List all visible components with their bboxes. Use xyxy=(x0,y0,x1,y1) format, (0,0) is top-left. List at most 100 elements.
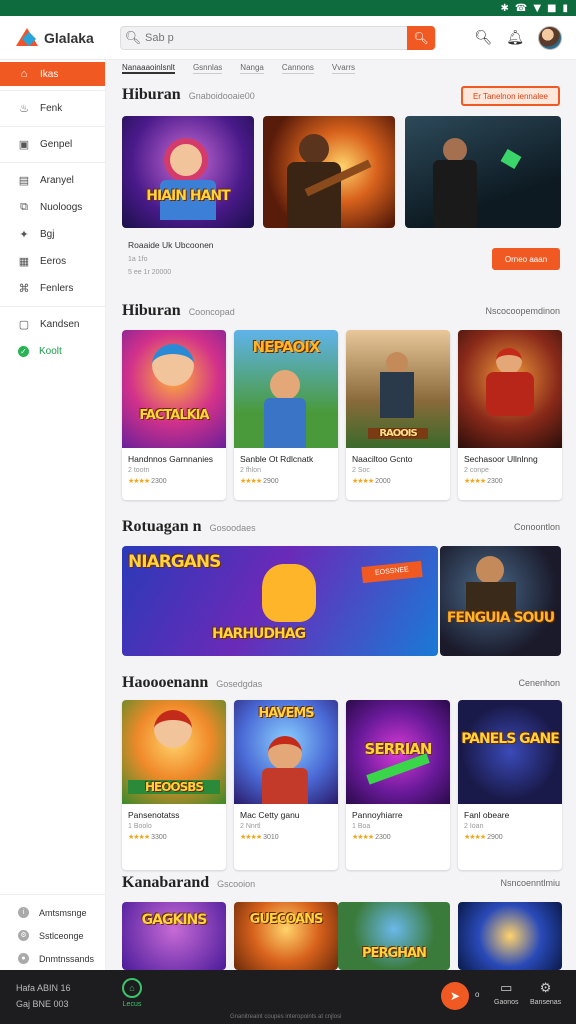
game-rating: ★★★★ 2900 xyxy=(458,830,562,841)
sidebar-item-6[interactable]: ▦ Eeros xyxy=(0,248,105,275)
character-art xyxy=(299,134,329,164)
gamepad-icon: ⌘ xyxy=(18,283,30,295)
tab-0[interactable]: Nanaaaoinlsnlt xyxy=(122,63,175,74)
game-tile[interactable]: GUECOANS xyxy=(234,902,338,970)
bottom-nav-settings[interactable]: ⚙ Bansenas xyxy=(530,980,561,1006)
game-card[interactable]: PANELS GANE Fanl obeare 2 Ioan ★★★★ 2900 xyxy=(458,700,562,870)
featured-tile-2[interactable] xyxy=(263,116,395,228)
tab-3[interactable]: Cannons xyxy=(281,63,314,74)
search-submit-button[interactable]: 🔍︎ xyxy=(407,25,435,50)
sidebar-item-label: Eeros xyxy=(40,256,67,267)
bottom-info-line: Gaj BNE 003 xyxy=(16,999,69,1009)
tab-4[interactable]: Vvarrs xyxy=(331,63,356,74)
game-title: Mac Cetty ganu xyxy=(240,810,300,820)
bell-icon[interactable]: 🔔︎ xyxy=(506,29,524,46)
sidebar-item-4[interactable]: ⧉ Nuoloogs xyxy=(0,194,105,221)
arrow-icon: ➤ xyxy=(449,989,461,1003)
sidebar-item-label: Kandsen xyxy=(40,319,80,330)
banner-tile-2[interactable]: FENGUIA SOUU xyxy=(440,546,561,656)
featured-tile-1[interactable]: HIAIN HANT xyxy=(122,116,254,228)
game-card[interactable]: HAVEMS Mac Cetty ganu 2 Nnrtl ★★★★ 3010 xyxy=(234,700,338,870)
home-icon: ⌂ xyxy=(122,978,142,998)
section-see-all-link[interactable]: Conoontlon xyxy=(514,522,560,532)
game-tile[interactable]: GAGKINS xyxy=(122,902,226,970)
sidebar-bottom-item-2[interactable]: ● Dnmtnssands xyxy=(0,947,106,970)
bottom-nav-label: Bansenas xyxy=(530,999,562,1006)
sidebar-item-9[interactable]: ✓ Koolt xyxy=(0,338,105,365)
game-art-text: HEOOSBS xyxy=(128,780,220,794)
sidebar-item-2[interactable]: ▣ Genpel xyxy=(0,131,105,158)
banner-art-text: FENGUIA SOUU xyxy=(446,610,555,626)
section-banners: Rotuagan n Gosoodaes Conoontlon NIARGANS… xyxy=(106,516,576,666)
action-fab-button[interactable]: ➤ xyxy=(441,982,469,1010)
banner-tile-1[interactable]: NIARGANS HARHUDHAG EOSSNEE xyxy=(122,546,438,656)
sidebar-item-label: Koolt xyxy=(39,346,62,357)
game-thumbnail: SERRIAN xyxy=(346,700,450,804)
sidebar-item-5[interactable]: ✦ Bgj xyxy=(0,221,105,248)
sidebar-bottom-item-1[interactable]: ⚙ Sstlceonge xyxy=(0,924,106,947)
rating-count: 3300 xyxy=(151,834,167,841)
game-thumbnail: RAOOIS xyxy=(346,330,450,448)
bottom-home-button[interactable]: ⌂ Lecus xyxy=(122,978,142,1008)
star-icons: ★★★★ xyxy=(128,834,150,841)
sidebar-item-label: Fenlers xyxy=(40,283,74,294)
game-card[interactable]: Sechasoor Ullnlnng 2 conpe ★★★★ 2300 xyxy=(458,330,562,500)
tab-2[interactable]: Nanga xyxy=(240,63,264,74)
sim-icon: ■ xyxy=(547,2,557,14)
star-icons: ★★★★ xyxy=(464,834,486,841)
settings-icon: ⚙ xyxy=(539,980,552,995)
dot-icon: o xyxy=(475,990,480,999)
featured-cta-button[interactable]: Orneo aaan xyxy=(492,248,560,270)
search-box: 🔍︎ 🔍︎ xyxy=(120,25,436,50)
banner-badge: EOSSNEE xyxy=(361,560,423,584)
game-title: Handnnos Garnnanies xyxy=(128,454,214,464)
sidebar-item-8[interactable]: ▢ Kandsen xyxy=(0,311,105,338)
grid-icon: ▦ xyxy=(18,256,30,268)
game-card[interactable]: SERRIAN Pannoyhiarre 1 Boa ★★★★ 2300 xyxy=(346,700,450,870)
section-subtitle: Gnaboidooaie00 xyxy=(188,91,255,101)
gamepad-icon: ▭ xyxy=(500,980,513,995)
section-see-all-link[interactable]: Cenenhon xyxy=(518,678,560,688)
avatar[interactable] xyxy=(538,25,562,50)
tab-bar: Nanaaaoinlsnlt Gsnnlas Nanga Cannons Vva… xyxy=(106,60,576,74)
sidebar-item-3[interactable]: ▤ Aranyel xyxy=(0,167,105,194)
sidebar-bottom: i Amtsmsnge ⚙ Sstlceonge ● Dnmtnssands xyxy=(0,894,106,970)
section-see-all-link[interactable]: Nsncoenntlmiu xyxy=(500,878,560,888)
game-subtitle: 2 conpe xyxy=(464,467,489,474)
game-card[interactable]: HEOOSBS Pansenotatss 1 Boolo ★★★★ 3300 xyxy=(122,700,226,870)
game-art-text: FACTALKIA xyxy=(139,408,209,423)
game-tile[interactable] xyxy=(458,902,562,970)
sidebar-item-hot[interactable]: ♨ Fenk xyxy=(0,95,105,122)
game-art-text: GUECOANS xyxy=(249,912,324,927)
game-tile[interactable]: PERGHAN xyxy=(338,902,450,970)
section-games-2: Haoooenann Gosedgdas Cenenhon HEOOSBS Pa… xyxy=(106,672,576,882)
tab-1[interactable]: Gsnnlas xyxy=(192,63,223,74)
search-icon[interactable]: 🔍︎ xyxy=(474,29,492,46)
bottom-info: Hafa ABIN 16 Gaj BNE 003 xyxy=(16,980,71,1012)
section-action-button[interactable]: Er Tanelnon iennalee xyxy=(460,86,560,106)
search-input[interactable] xyxy=(145,31,407,44)
game-art-text: RAOOIS xyxy=(368,428,428,439)
puzzle-icon: ✦ xyxy=(19,229,29,241)
box-icon: ▢ xyxy=(18,319,30,331)
sidebar-bottom-label: Sstlceonge xyxy=(39,930,84,941)
section-see-all-link[interactable]: Nscocoopemdinon xyxy=(485,306,560,316)
featured-subtitle: 1a 1fo xyxy=(128,256,148,263)
bottom-nav-games[interactable]: ▭ Gaonos xyxy=(494,980,519,1006)
game-card[interactable]: RAOOIS Naaciltoo Gcnto 2 Soc ★★★★ 2000 xyxy=(346,330,450,500)
game-thumbnail: FACTALKIA xyxy=(122,330,226,448)
game-card[interactable]: NEPAOIX Sanble Ot Rdlcnatk 2 fhlon ★★★★ … xyxy=(234,330,338,500)
app-logo[interactable]: Glalaka xyxy=(0,27,106,48)
sidebar-item-7[interactable]: ⌘ Fenlers xyxy=(0,275,105,302)
game-card[interactable]: FACTALKIA Handnnos Garnnanies 2 tootn ★★… xyxy=(122,330,226,500)
character-art xyxy=(443,138,467,162)
game-art-text: PANELS GANE xyxy=(461,731,560,747)
section-title: Hiburan xyxy=(122,302,181,319)
sidebar-bottom-item-0[interactable]: i Amtsmsnge xyxy=(0,901,106,924)
game-rating: ★★★★ 2900 xyxy=(234,474,338,485)
rating-count: 3010 xyxy=(263,834,279,841)
game-art-text: GAGKINS xyxy=(141,912,208,928)
featured-title: Roaaide Uk Ubcoonen xyxy=(128,240,214,250)
featured-tile-3[interactable] xyxy=(405,116,561,228)
sidebar-item-home[interactable]: ⌂ Ikas xyxy=(0,62,105,86)
